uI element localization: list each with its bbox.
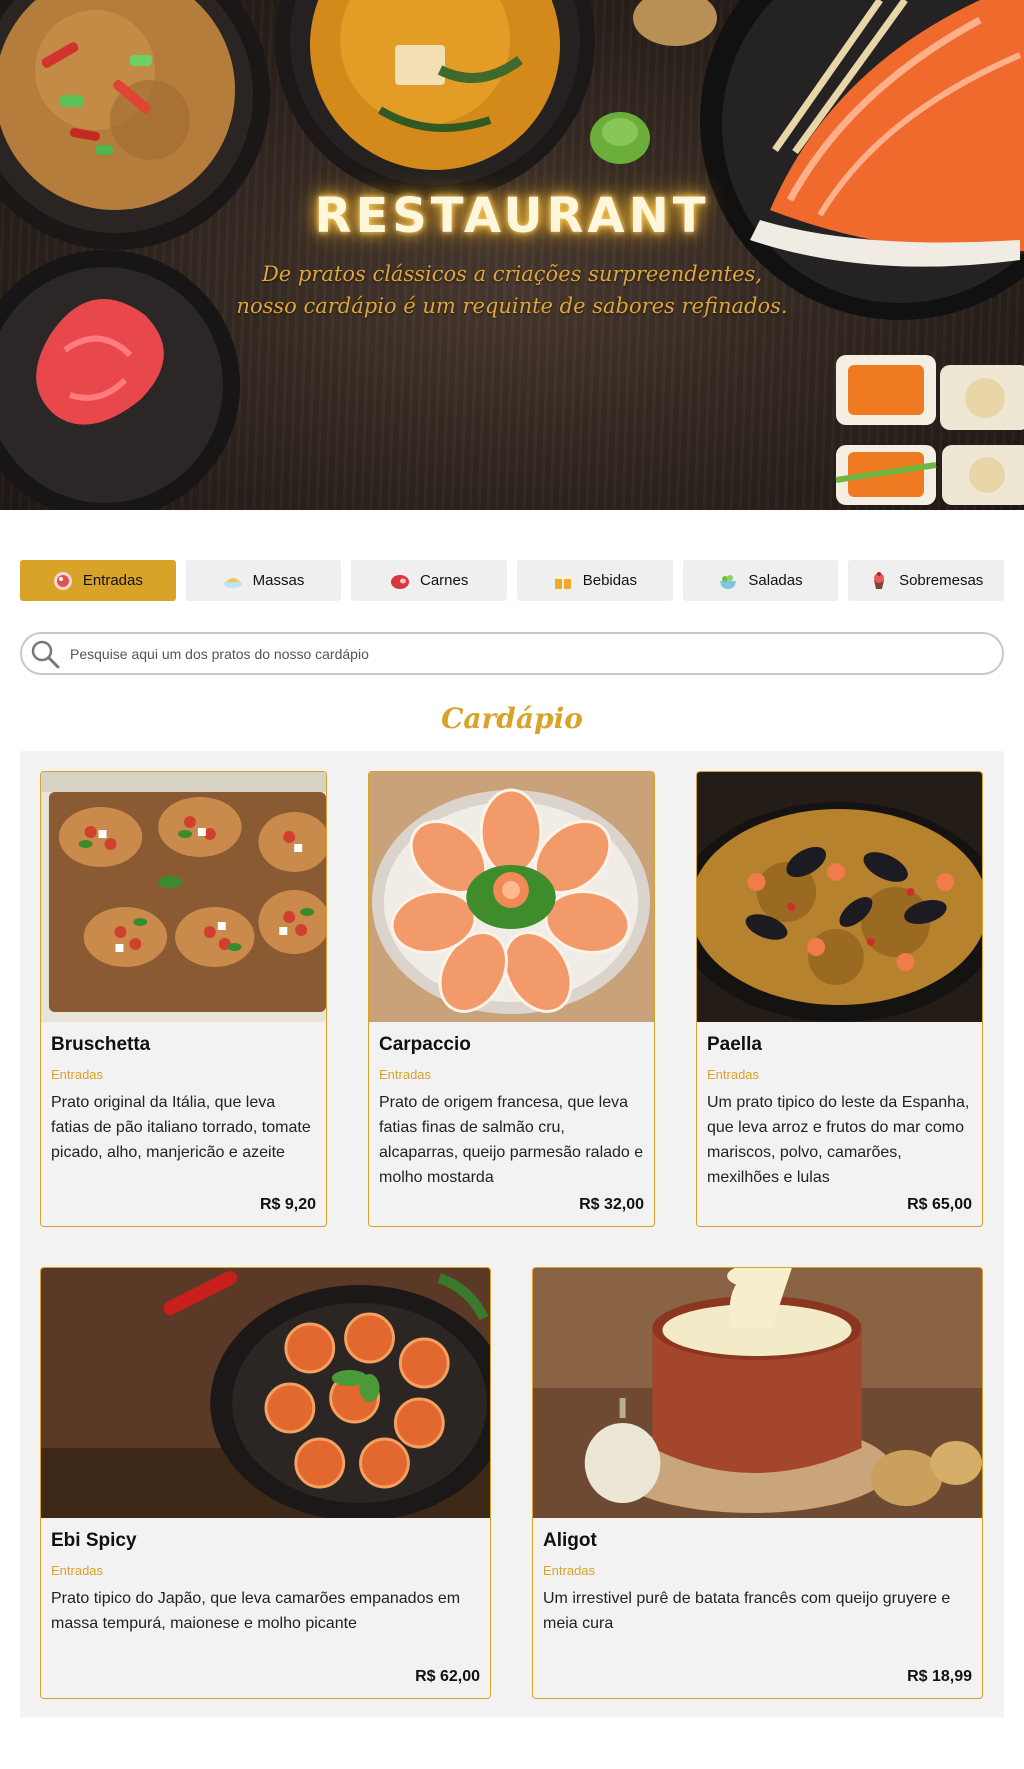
dish-name: Ebi Spicy <box>51 1530 137 1551</box>
dish-description: Prato de origem francesa, que leva fatia… <box>379 1094 644 1186</box>
dish-price: R$ 65,00 <box>907 1196 972 1213</box>
dish-name: Bruschetta <box>51 1034 151 1055</box>
card-body: Aligot Entradas Um irrestivel purê de ba… <box>533 1518 982 1636</box>
dish-price: R$ 18,99 <box>907 1668 972 1685</box>
dish-name: Aligot <box>543 1530 597 1551</box>
dish-price: R$ 62,00 <box>415 1668 480 1685</box>
tab-saladas[interactable]: Saladas <box>682 560 839 601</box>
dish-category: Entradas <box>51 1563 104 1578</box>
card-body: Ebi Spicy Entradas Prato tipico do Japão… <box>41 1518 490 1636</box>
drinks-icon <box>553 571 573 591</box>
tab-label: Massas <box>252 572 305 589</box>
search-bar <box>20 632 1004 675</box>
bruschetta-photo <box>41 772 326 1022</box>
search-input[interactable] <box>70 645 970 662</box>
dish-category: Entradas <box>51 1067 104 1082</box>
dish-description: Um irrestivel purê de batata francês com… <box>543 1590 951 1632</box>
tab-bebidas[interactable]: Bebidas <box>517 560 673 601</box>
ebi-spicy-photo <box>41 1268 490 1518</box>
hero-food-illustration <box>0 0 1024 510</box>
card-body: Bruschetta Entradas Prato original da It… <box>41 1022 326 1165</box>
aligot-photo <box>533 1268 982 1518</box>
tab-entradas[interactable]: Entradas <box>20 560 176 601</box>
tab-label: Sobremesas <box>899 572 984 589</box>
dish-description: Um prato tipico do leste da Espanha, que… <box>707 1094 970 1186</box>
tab-label: Saladas <box>748 572 803 589</box>
tab-label: Bebidas <box>582 572 637 589</box>
dish-price: R$ 9,20 <box>259 1196 316 1213</box>
tab-sobremesas[interactable]: Sobremesas <box>848 560 1005 601</box>
tab-massas[interactable]: Massas <box>185 560 342 601</box>
dish-price: R$ 32,00 <box>579 1196 644 1213</box>
category-tabs: Entradas Massas Carnes Bebidas Saladas S… <box>20 560 1005 601</box>
card-body: Paella Entradas Um prato tipico do leste… <box>697 1022 982 1190</box>
menu-panel: Bruschetta Entradas Prato original da It… <box>20 751 1004 1717</box>
dish-description: Prato original da Itália, que leva fatia… <box>51 1094 311 1161</box>
dish-description: Prato tipico do Japão, que leva camarões… <box>51 1590 461 1632</box>
menu-card-aligot[interactable]: Aligot Entradas Um irrestivel purê de ba… <box>532 1267 983 1699</box>
plate-icon <box>53 571 73 591</box>
card-body: Carpaccio Entradas Prato de origem franc… <box>369 1022 654 1190</box>
tab-label: Entradas <box>82 572 143 589</box>
paella-photo <box>697 772 982 1022</box>
menu-card-ebi-spicy[interactable]: Ebi Spicy Entradas Prato tipico do Japão… <box>40 1267 491 1699</box>
menu-card-bruschetta[interactable]: Bruschetta Entradas Prato original da It… <box>40 771 327 1227</box>
hero-title: RESTAURANT <box>314 188 710 244</box>
dish-category: Entradas <box>379 1067 432 1082</box>
dessert-icon <box>869 571 889 591</box>
salad-icon <box>718 571 738 591</box>
menu-card-carpaccio[interactable]: Carpaccio Entradas Prato de origem franc… <box>368 771 655 1227</box>
pasta-icon <box>223 571 243 591</box>
steak-icon <box>390 571 410 591</box>
tab-label: Carnes <box>420 572 469 589</box>
menu-heading: Cardápio <box>441 702 583 735</box>
hero-banner: RESTAURANT De pratos clássicos a criaçõe… <box>0 0 1024 510</box>
dish-name: Carpaccio <box>379 1034 471 1055</box>
dish-category: Entradas <box>543 1563 596 1578</box>
hero-subtitle: De pratos clássicos a criações surpreend… <box>236 262 788 318</box>
tab-carnes[interactable]: Carnes <box>351 560 508 601</box>
menu-card-paella[interactable]: Paella Entradas Um prato tipico do leste… <box>696 771 983 1227</box>
dish-category: Entradas <box>707 1067 760 1082</box>
search-icon[interactable] <box>28 637 62 671</box>
dish-name: Paella <box>707 1034 762 1055</box>
carpaccio-photo <box>369 772 654 1022</box>
